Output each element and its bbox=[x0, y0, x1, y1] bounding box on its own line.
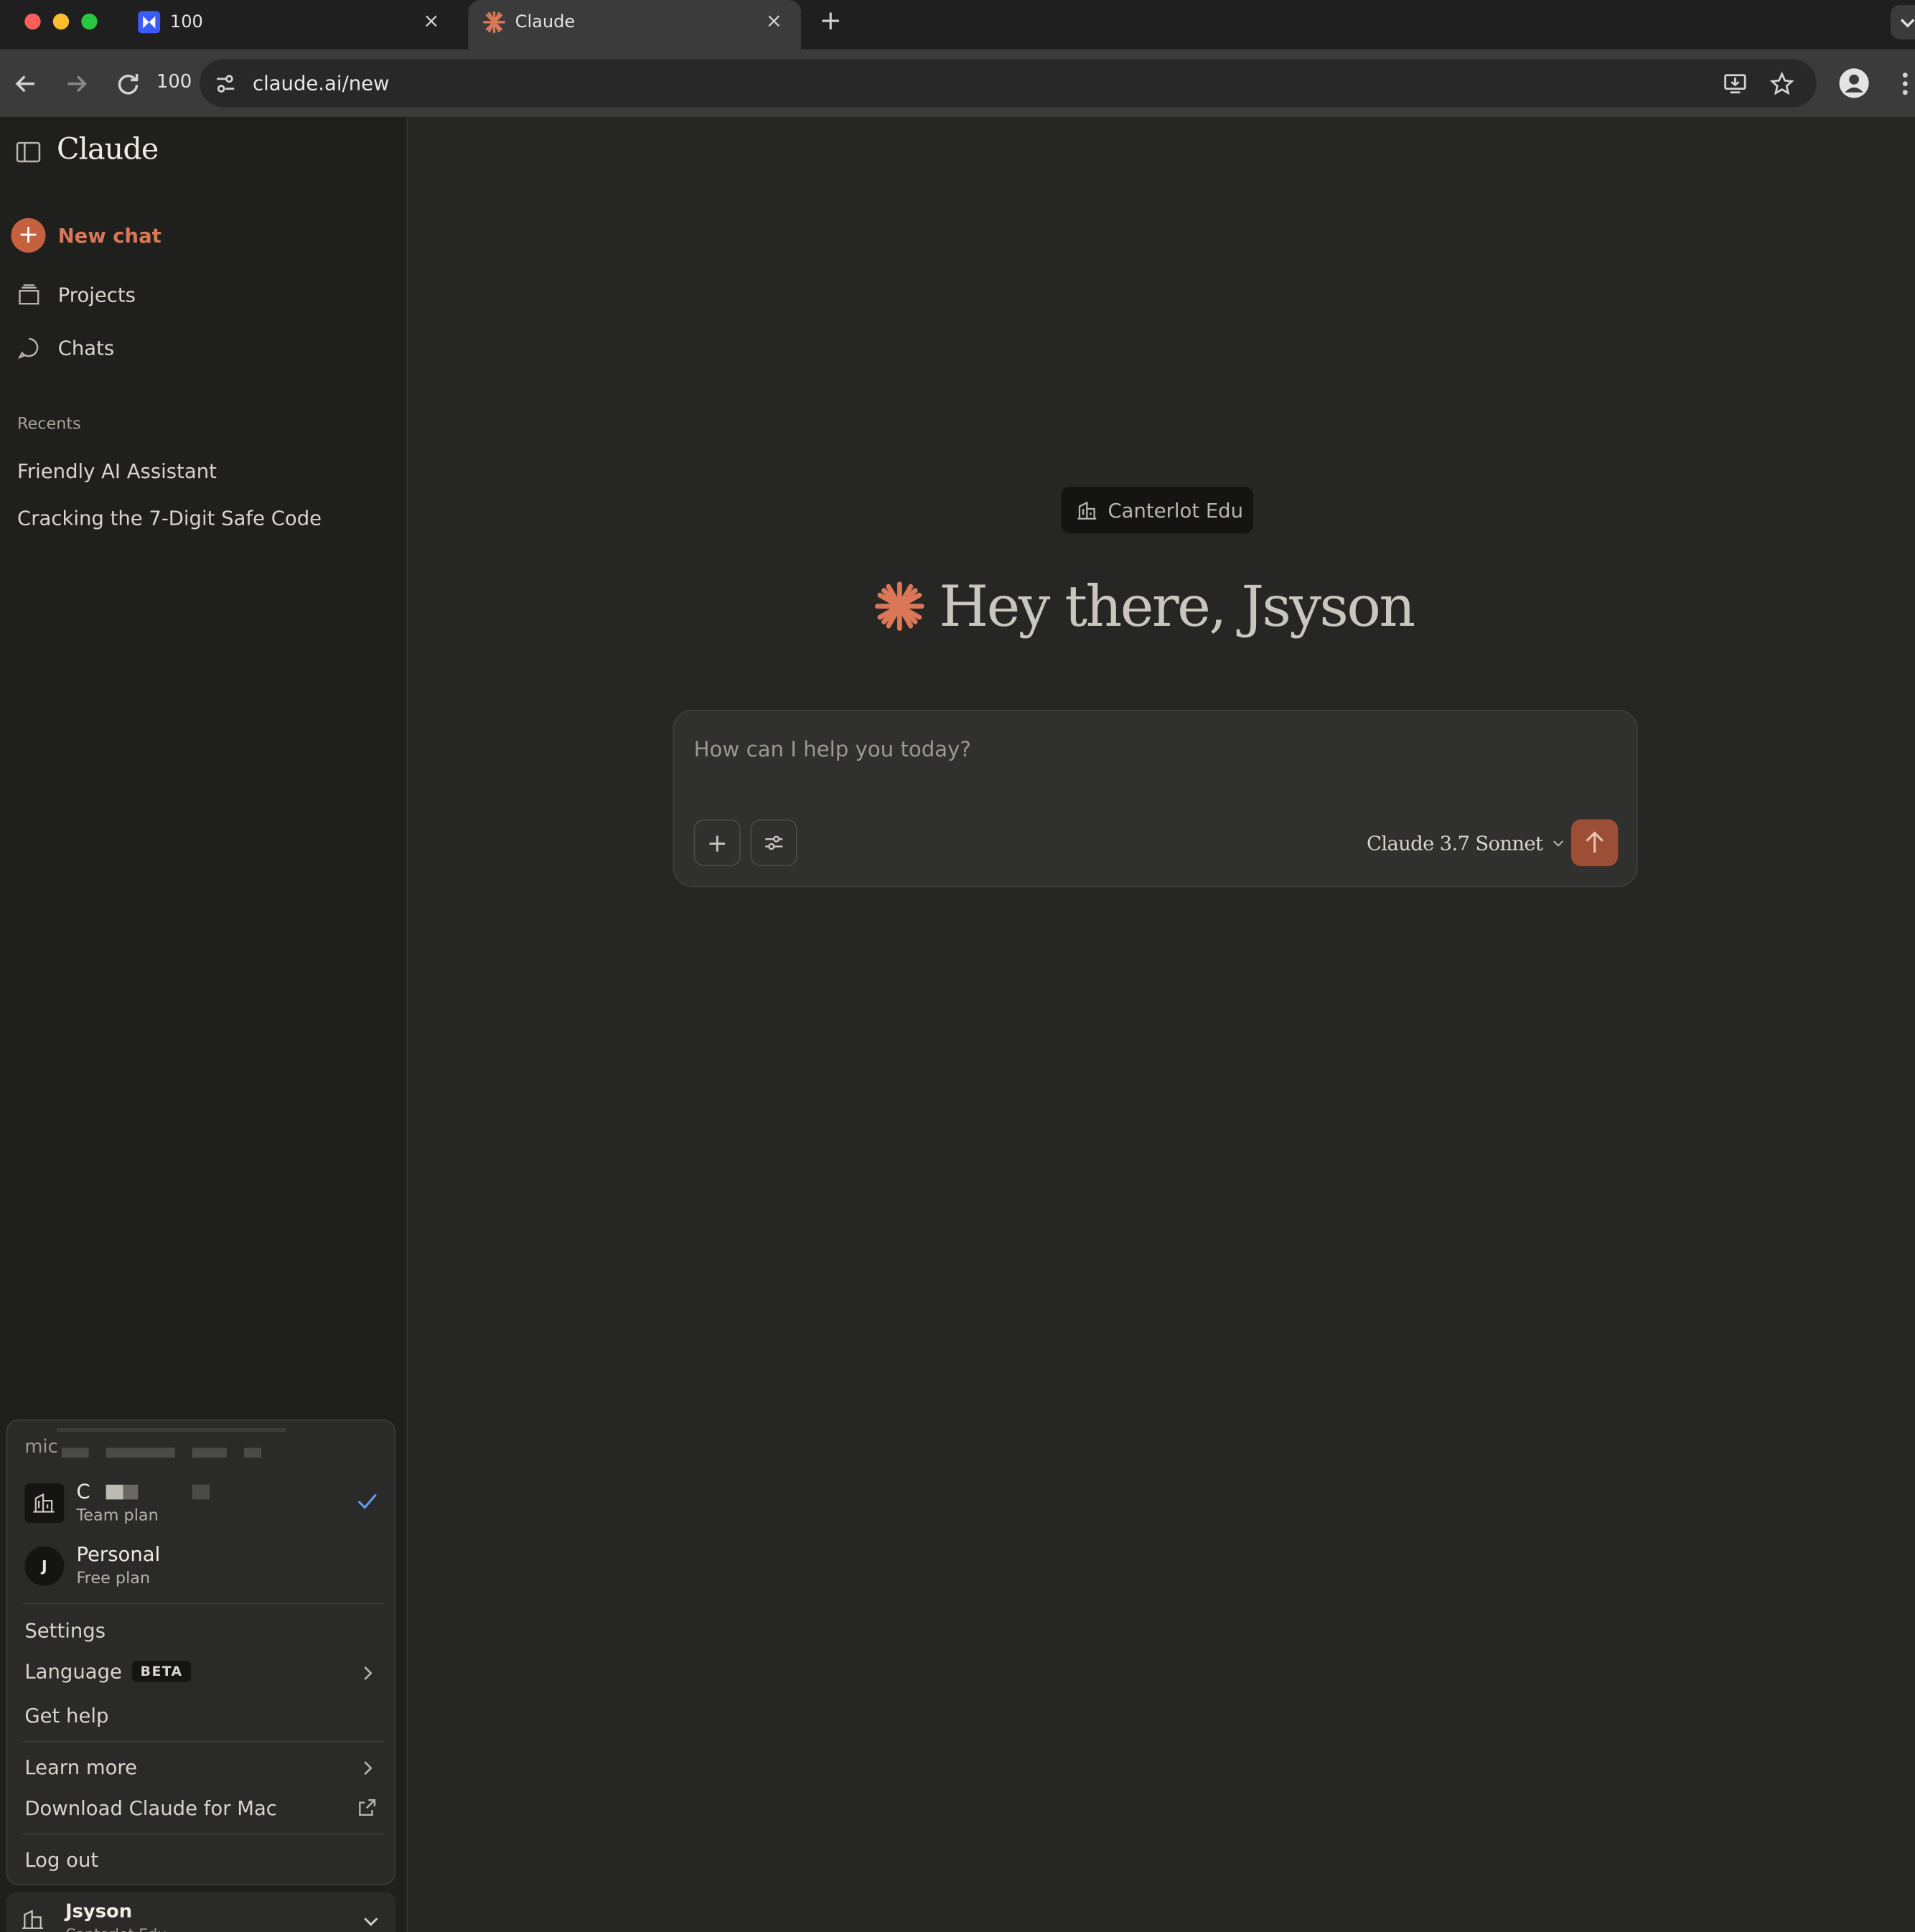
org-plan: Free plan bbox=[76, 1570, 151, 1588]
menu-item-log-out[interactable]: Log out bbox=[24, 1848, 98, 1872]
org-name: Personal bbox=[76, 1542, 161, 1567]
plus-icon: + bbox=[11, 217, 46, 253]
window-close-button[interactable] bbox=[24, 13, 41, 30]
back-arrow-icon[interactable] bbox=[11, 69, 40, 98]
menu-item-download-mac[interactable]: Download Claude for Mac bbox=[24, 1796, 277, 1820]
attach-button[interactable]: + bbox=[693, 819, 741, 866]
window-minimize-button[interactable] bbox=[52, 13, 70, 30]
org-plan: Team plan bbox=[76, 1506, 159, 1526]
message-input[interactable] bbox=[693, 733, 1606, 768]
bookmark-star-icon[interactable] bbox=[1769, 71, 1794, 96]
folder-icon bbox=[19, 283, 39, 304]
building-icon bbox=[33, 1493, 55, 1513]
menu-divider bbox=[22, 1603, 385, 1605]
redacted-text bbox=[192, 1448, 227, 1458]
redacted-text bbox=[106, 1448, 175, 1458]
model-name: Claude 3.7 Sonnet bbox=[1367, 831, 1543, 855]
sidebar-item-label: Projects bbox=[57, 283, 136, 306]
menu-item-label: Language bbox=[24, 1659, 122, 1684]
new-chat-label: New chat bbox=[57, 223, 161, 248]
menu-divider bbox=[22, 1833, 385, 1835]
browser-tab-100[interactable]: 100 × bbox=[123, 0, 459, 50]
url-text[interactable]: claude.ai/new bbox=[253, 72, 390, 95]
redacted-text bbox=[56, 1427, 286, 1432]
menu-item-settings[interactable]: Settings bbox=[24, 1619, 106, 1643]
redacted-text bbox=[243, 1448, 261, 1458]
greeting-text: Hey there, Jsyson bbox=[939, 573, 1415, 640]
forward-arrow-icon[interactable] bbox=[62, 69, 91, 98]
site-settings-icon[interactable] bbox=[215, 72, 237, 95]
main-content: Canterlot Edu Hey there, Jsyson + bbox=[409, 117, 1915, 1932]
sidebar-item-projects[interactable]: Projects bbox=[17, 280, 136, 309]
account-switcher[interactable]: Jsyson Canterlot Edu bbox=[6, 1893, 396, 1932]
redacted-text bbox=[61, 1448, 89, 1458]
tools-button[interactable] bbox=[750, 819, 797, 866]
window-zoom-button[interactable] bbox=[81, 13, 98, 30]
screen: 100 × Claude × + 100 claude.ai/new Claud… bbox=[0, 0, 1915, 1932]
recents-heading: Recents bbox=[17, 415, 81, 434]
external-link-icon bbox=[359, 1799, 376, 1816]
sidebar-item-chats[interactable]: Chats bbox=[17, 333, 114, 362]
claude-spark-icon bbox=[483, 11, 505, 34]
checkmark-icon bbox=[357, 1493, 377, 1509]
chevron-down-icon bbox=[364, 1918, 378, 1926]
chevron-down-icon bbox=[1900, 19, 1915, 28]
address-bar[interactable]: claude.ai/new bbox=[200, 59, 1817, 108]
browser-toolbar: 100 claude.ai/new bbox=[0, 49, 1915, 118]
browser-tab-strip: 100 × Claude × + bbox=[0, 0, 1915, 50]
tab-close-icon[interactable]: × bbox=[762, 9, 786, 33]
new-tab-button[interactable]: + bbox=[816, 6, 846, 37]
beta-badge: BETA bbox=[131, 1661, 192, 1682]
redacted-text bbox=[106, 1484, 123, 1500]
brand-logo[interactable]: Claude bbox=[57, 132, 159, 167]
building-icon bbox=[1077, 501, 1097, 520]
account-menu: mic C Team plan J Personal Free plan Set… bbox=[6, 1419, 396, 1885]
profile-avatar-icon[interactable] bbox=[1839, 67, 1870, 98]
org-chip[interactable]: Canterlot Edu bbox=[1061, 487, 1254, 534]
user-org: Canterlot Edu bbox=[65, 1926, 167, 1932]
send-button[interactable] bbox=[1571, 819, 1619, 866]
model-selector[interactable]: Claude 3.7 Sonnet bbox=[1367, 832, 1565, 855]
org-name: C bbox=[76, 1479, 90, 1504]
account-email: mic bbox=[24, 1435, 58, 1458]
tab-title: Claude bbox=[515, 12, 576, 32]
chat-bubble-icon bbox=[17, 337, 39, 359]
greeting: Hey there, Jsyson bbox=[874, 573, 1442, 640]
reload-icon[interactable] bbox=[113, 69, 143, 98]
redacted-text bbox=[192, 1484, 210, 1500]
menu-divider bbox=[22, 1740, 385, 1743]
recent-chat-item[interactable]: Cracking the 7-Digit Safe Code bbox=[17, 507, 322, 530]
building-icon bbox=[22, 1909, 44, 1929]
app-favicon-icon bbox=[138, 11, 161, 34]
chat-composer: + Claude 3.7 Sonnet bbox=[673, 709, 1638, 888]
tab-close-icon[interactable]: × bbox=[419, 9, 444, 33]
org-chip-label: Canterlot Edu bbox=[1108, 498, 1244, 522]
user-avatar: J bbox=[24, 1546, 65, 1586]
chevron-down-icon bbox=[1553, 840, 1563, 847]
menu-item-get-help[interactable]: Get help bbox=[24, 1704, 108, 1727]
tab-title: 100 bbox=[169, 12, 203, 32]
org-option-personal[interactable]: J Personal Free plan bbox=[22, 1542, 380, 1591]
user-name: Jsyson bbox=[65, 1900, 133, 1923]
zoom-level[interactable]: 100 bbox=[156, 70, 192, 93]
menu-item-learn-more[interactable]: Learn more bbox=[24, 1755, 137, 1779]
menu-item-language[interactable]: Language BETA bbox=[24, 1659, 192, 1684]
tab-search-button[interactable] bbox=[1890, 4, 1915, 39]
recent-chat-item[interactable]: Friendly AI Assistant bbox=[17, 459, 217, 483]
new-chat-button[interactable]: + New chat bbox=[11, 217, 161, 253]
chevron-right-icon bbox=[364, 1761, 373, 1776]
arrow-up-icon bbox=[1586, 831, 1603, 853]
claude-spark-icon bbox=[874, 581, 924, 632]
sidebar-item-label: Chats bbox=[57, 335, 115, 360]
browser-tab-claude[interactable]: Claude × bbox=[468, 0, 801, 50]
install-app-icon[interactable] bbox=[1723, 72, 1747, 96]
sliders-icon bbox=[765, 835, 783, 850]
sidebar-toggle-icon[interactable] bbox=[16, 141, 41, 163]
org-option-team[interactable]: C Team plan bbox=[22, 1478, 380, 1528]
redacted-text bbox=[123, 1484, 139, 1500]
browser-menu-icon[interactable] bbox=[1896, 70, 1915, 98]
chevron-right-icon bbox=[364, 1666, 373, 1680]
org-avatar bbox=[24, 1483, 65, 1523]
